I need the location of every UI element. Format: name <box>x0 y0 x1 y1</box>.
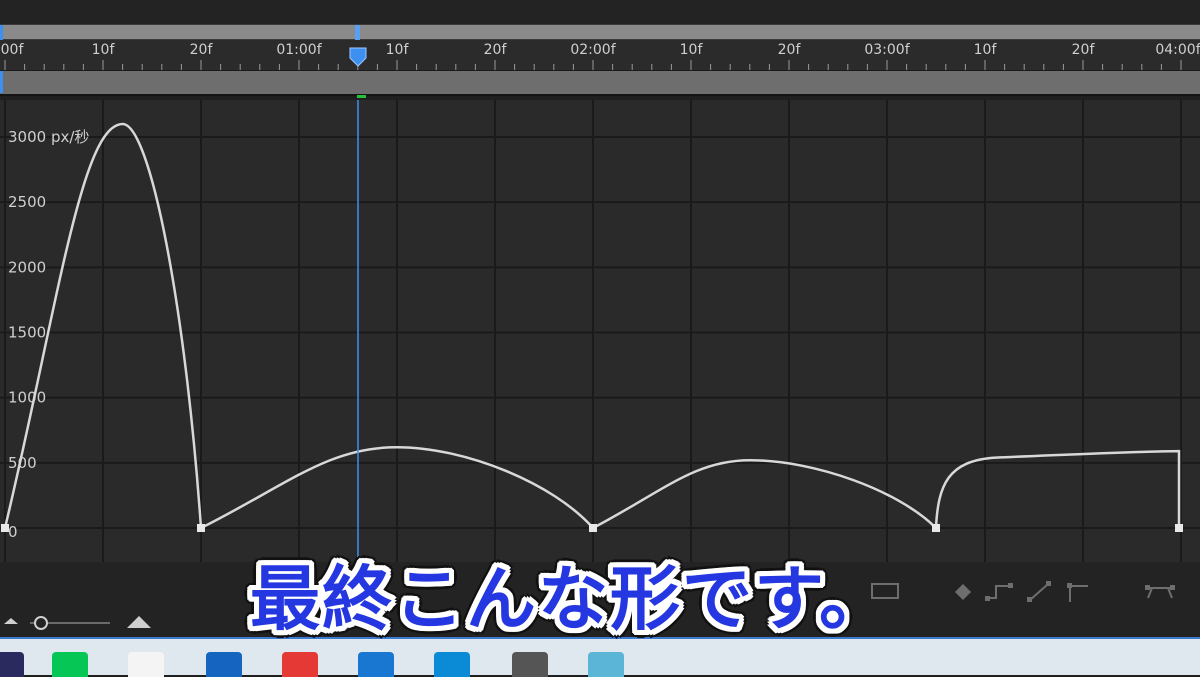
keyframe-diamond-icon[interactable] <box>955 584 971 600</box>
chrome-icon[interactable] <box>282 652 318 677</box>
line-icon[interactable] <box>52 652 88 677</box>
navigator-start-handle[interactable] <box>0 71 3 93</box>
keyframe-marker[interactable] <box>197 524 205 532</box>
y-axis-label: 3000 px/秒 <box>8 128 89 146</box>
ruler-label: 10f <box>679 42 703 58</box>
fit-graph-icon[interactable] <box>1145 585 1175 599</box>
usb-icon[interactable] <box>512 652 548 677</box>
zoom-out-icon[interactable] <box>4 618 18 624</box>
work-area-bar[interactable] <box>0 24 1200 40</box>
playhead-handle-icon[interactable] <box>348 46 368 68</box>
keyframe-marker[interactable] <box>1 524 9 532</box>
work-area-start-marker[interactable] <box>0 25 3 40</box>
linear-graph-icon[interactable] <box>1027 581 1051 602</box>
music-icon[interactable] <box>128 652 164 677</box>
y-axis-label: 2000 <box>8 258 46 276</box>
playhead-top-marker[interactable] <box>355 25 360 40</box>
ruler-label: 20f <box>189 42 213 58</box>
keyframe-marker[interactable] <box>589 524 597 532</box>
pr-icon[interactable] <box>0 652 24 677</box>
y-axis-label: 2500 <box>8 193 46 211</box>
ruler-label: 01:00f <box>276 42 322 58</box>
subtitle-caption: 最終こんな形です。 <box>250 557 891 640</box>
ruler-label: 10f <box>91 42 115 58</box>
graph-editor[interactable]: 3000 px/秒 2500 2000 1500 1000 500 0 <box>0 100 1200 562</box>
cache-indicator <box>357 95 366 98</box>
ease-graph-icon[interactable] <box>985 583 1013 601</box>
gear-icon[interactable] <box>358 652 394 677</box>
y-axis-label: 1500 <box>8 324 46 342</box>
time-navigator-bar[interactable] <box>0 70 1200 98</box>
ruler-label: 10f <box>385 42 409 58</box>
ruler-label: 20f <box>777 42 801 58</box>
ruler-label: 02:00f <box>570 42 616 58</box>
panel-header <box>0 0 1200 24</box>
ruler-label: 20f <box>483 42 507 58</box>
ruler-label: 03:00f <box>864 42 910 58</box>
ruler-label: 00f <box>0 42 24 58</box>
time-ruler[interactable]: 00f 10f 20f 01:00f 10f 20f 02:00f 10f 20f 03:00f 1… <box>0 40 1200 70</box>
ruler-label: 04:00f <box>1155 42 1200 58</box>
hold-graph-icon[interactable] <box>1067 583 1088 602</box>
note-icon[interactable] <box>588 652 624 677</box>
zoom-in-icon[interactable] <box>127 616 151 628</box>
keyframe-marker[interactable] <box>932 524 940 532</box>
mail-icon[interactable] <box>206 652 242 677</box>
ruler-label: 20f <box>1071 42 1095 58</box>
y-axis-label: 0 <box>8 523 18 541</box>
zoom-slider[interactable] <box>30 616 110 630</box>
y-axis-label: 1000 <box>8 389 46 407</box>
speed-graph[interactable]: 3000 px/秒25002000150010005000 <box>0 100 1200 562</box>
keyframe-marker[interactable] <box>1175 524 1183 532</box>
edge-icon[interactable] <box>434 652 470 677</box>
ruler-label: 10f <box>973 42 997 58</box>
